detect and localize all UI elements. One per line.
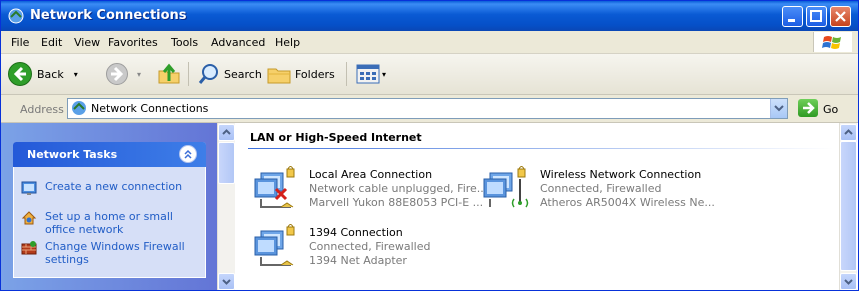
chevron-up-icon xyxy=(184,149,192,159)
scroll-thumb[interactable] xyxy=(218,142,235,184)
maximize-button[interactable] xyxy=(806,6,827,27)
standard-toolbar: Back ▾ ▾ Search Folders ▾ xyxy=(1,54,858,95)
up-folder-button[interactable] xyxy=(157,54,181,94)
group-header: LAN or High-Speed Internet xyxy=(250,131,422,144)
scroll-thumb[interactable] xyxy=(840,141,857,271)
chevron-up-icon xyxy=(222,129,231,135)
folders-label: Folders xyxy=(295,67,335,81)
views-dropdown-icon: ▾ xyxy=(382,69,387,79)
network-connections-icon xyxy=(72,101,86,115)
chevron-down-icon xyxy=(222,279,231,285)
forward-dropdown-icon[interactable]: ▾ xyxy=(137,70,141,79)
connection-status: Connected, Firewalled xyxy=(309,240,431,253)
close-icon xyxy=(835,11,846,22)
new-connection-icon xyxy=(21,181,37,195)
window-title: Network Connections xyxy=(30,8,187,23)
address-value: Network Connections xyxy=(91,102,209,115)
address-bar: Address Network Connections Go xyxy=(1,95,858,123)
scroll-down-button[interactable] xyxy=(218,273,235,290)
search-label: Search xyxy=(224,67,262,81)
minimize-icon xyxy=(788,19,795,22)
views-button[interactable]: ▾ xyxy=(356,54,386,94)
connection-device: Atheros AR5004X Wireless Ne... xyxy=(540,196,715,209)
toolbar-separator xyxy=(346,62,347,86)
scroll-down-button[interactable] xyxy=(840,273,857,290)
back-button[interactable]: Back ▾ xyxy=(7,54,78,94)
lan-connection-icon xyxy=(254,166,295,208)
menu-bar: File Edit View Favorites Tools Advanced … xyxy=(1,31,858,54)
connection-device: Marvell Yukon 88E8053 PCI-E ... xyxy=(309,196,484,209)
search-button[interactable]: Search xyxy=(197,54,262,94)
file-view-scrollbar[interactable] xyxy=(839,123,857,290)
task-create-connection[interactable]: Create a new connection xyxy=(21,180,185,196)
task-home-network[interactable]: Set up a home or small office network xyxy=(21,210,185,236)
task-pane: Network Tasks Create a new connection Se… xyxy=(1,123,217,290)
back-arrow-icon xyxy=(8,62,32,86)
firewall-icon xyxy=(21,241,37,255)
connection-name: 1394 Connection xyxy=(309,226,403,239)
group-divider xyxy=(248,148,834,149)
go-button[interactable] xyxy=(798,99,818,117)
content-area: Network Tasks Create a new connection Se… xyxy=(1,123,858,290)
connection-device: 1394 Net Adapter xyxy=(309,254,407,267)
forward-button[interactable]: ▾ xyxy=(105,54,141,94)
up-folder-icon xyxy=(158,63,180,84)
network-tasks-header[interactable]: Network Tasks xyxy=(13,142,206,167)
folders-button[interactable]: Folders xyxy=(266,54,335,94)
close-button[interactable] xyxy=(830,6,851,27)
menu-file[interactable]: File xyxy=(11,36,29,49)
menu-favorites[interactable]: Favorites xyxy=(108,36,158,49)
back-label: Back xyxy=(37,67,64,81)
address-field[interactable]: Network Connections xyxy=(67,98,788,119)
home-network-icon xyxy=(21,211,37,225)
address-label: Address xyxy=(20,103,64,116)
views-icon xyxy=(356,64,380,84)
network-connections-icon xyxy=(8,8,24,24)
chevron-down-icon xyxy=(844,279,853,285)
collapse-button[interactable] xyxy=(179,145,197,163)
task-label: Change Windows Firewall settings xyxy=(45,240,185,266)
chevron-up-icon xyxy=(844,129,853,135)
task-firewall-settings[interactable]: Change Windows Firewall settings xyxy=(21,240,185,266)
task-pane-scrollbar[interactable] xyxy=(217,123,235,290)
minimize-button[interactable] xyxy=(782,6,803,27)
address-dropdown-button[interactable] xyxy=(770,99,787,118)
connection-status: Network cable unplugged, Fire... xyxy=(309,182,488,195)
task-label: Create a new connection xyxy=(45,180,183,193)
task-label: Set up a home or small office network xyxy=(45,210,173,236)
lan-connection-icon xyxy=(254,224,295,266)
maximize-icon xyxy=(810,10,822,22)
menu-tools[interactable]: Tools xyxy=(171,36,198,49)
menu-edit[interactable]: Edit xyxy=(41,36,62,49)
go-label[interactable]: Go xyxy=(823,103,838,116)
explorer-window: Network Connections File Edit View Favor… xyxy=(0,0,859,291)
windows-logo xyxy=(813,32,852,52)
title-bar[interactable]: Network Connections xyxy=(1,1,858,31)
search-icon xyxy=(198,64,218,84)
menu-view[interactable]: View xyxy=(74,36,100,49)
windows-flag-icon xyxy=(822,36,841,49)
chevron-down-icon xyxy=(774,105,784,112)
menu-advanced[interactable]: Advanced xyxy=(211,36,265,49)
scroll-up-button[interactable] xyxy=(840,124,857,141)
menu-help[interactable]: Help xyxy=(275,36,300,49)
connection-status: Connected, Firewalled xyxy=(540,182,662,195)
wireless-connection-icon xyxy=(483,166,529,208)
folders-icon xyxy=(267,68,291,84)
network-tasks-body: Create a new connection Set up a home or… xyxy=(13,167,206,278)
network-tasks-title: Network Tasks xyxy=(27,148,118,161)
back-dropdown-icon[interactable]: ▾ xyxy=(74,70,78,79)
go-arrow-icon xyxy=(803,102,815,114)
scroll-up-button[interactable] xyxy=(218,124,235,141)
connection-name: Wireless Network Connection xyxy=(540,168,702,181)
forward-arrow-icon xyxy=(106,63,128,85)
connection-name: Local Area Connection xyxy=(309,168,433,181)
toolbar-separator xyxy=(188,62,189,86)
